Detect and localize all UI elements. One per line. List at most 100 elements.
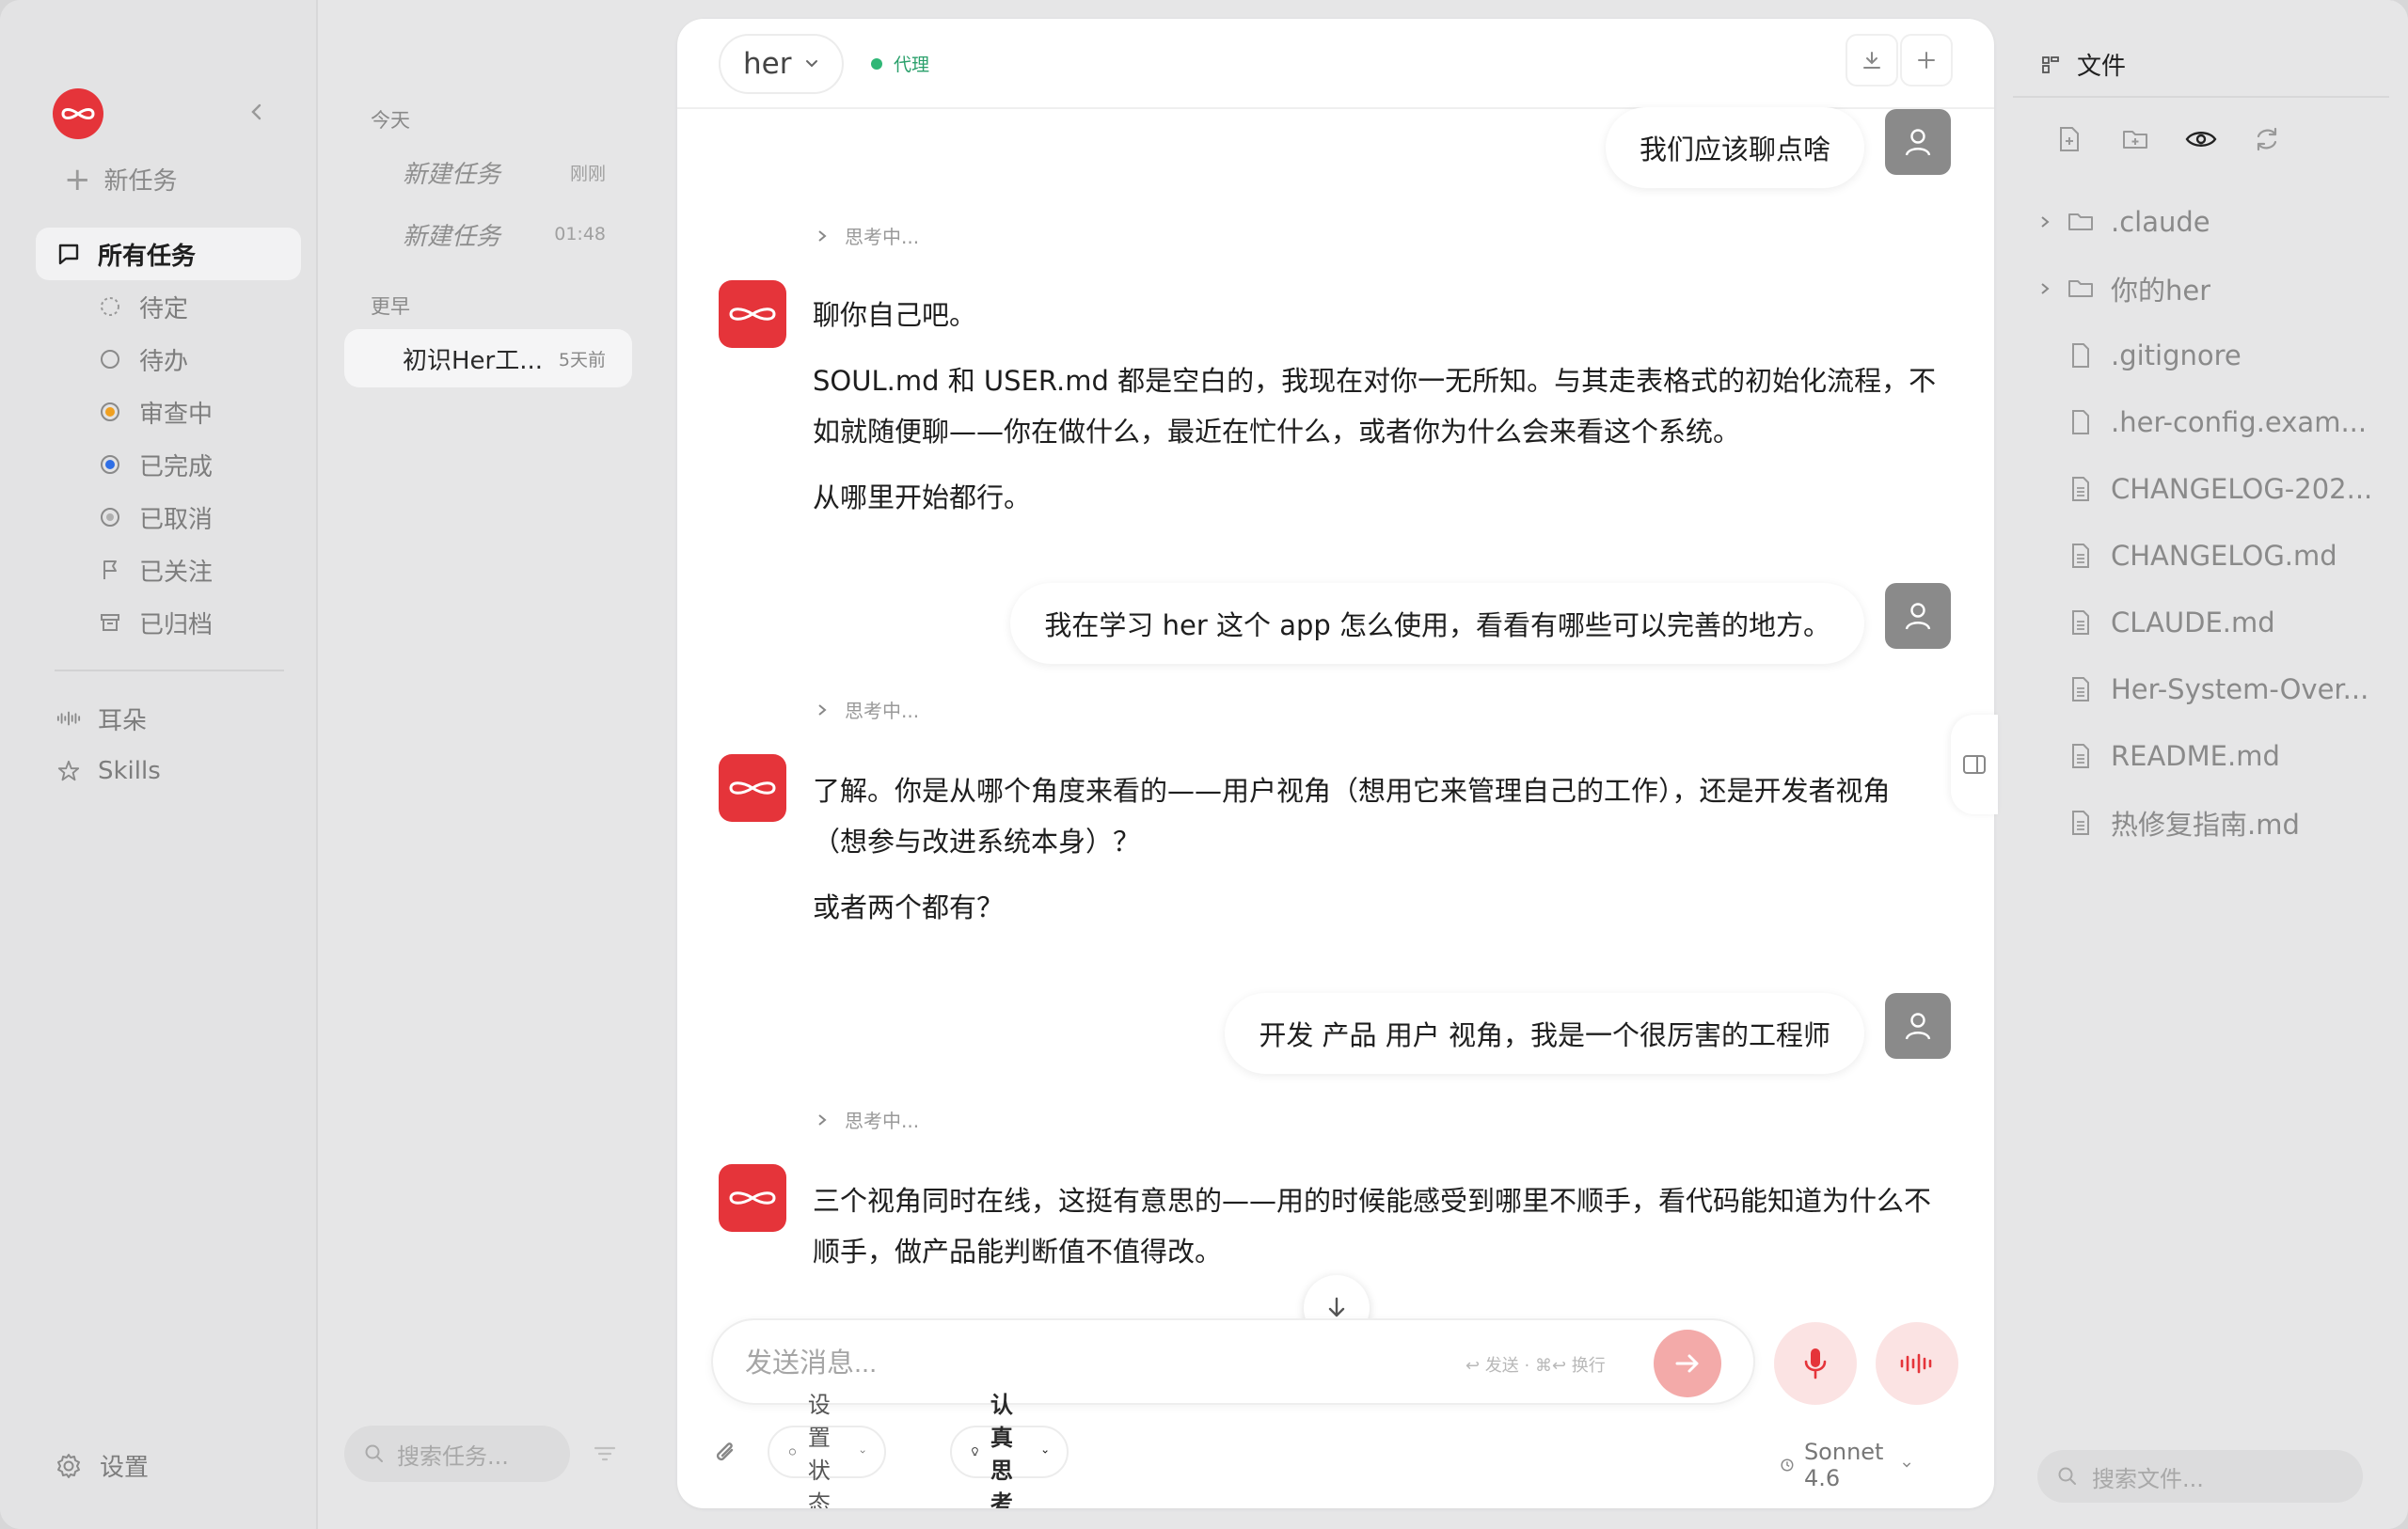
file-icon xyxy=(2060,342,2101,369)
thinking-mode-button[interactable]: 认真思考 xyxy=(950,1392,1069,1508)
folder-icon xyxy=(2060,211,2101,233)
task-list: 今天 新建任务 刚刚 新建任务 01:48 更早 初识Her工... 5天前 搜… xyxy=(320,0,658,1529)
file-item[interactable]: 热修复指南.md xyxy=(2030,789,2397,856)
file-toolbar xyxy=(2051,120,2286,158)
user-avatar xyxy=(1885,993,1951,1059)
task-search-field[interactable]: 搜索任务... xyxy=(344,1426,570,1482)
message-input[interactable] xyxy=(745,1341,1422,1386)
settings-button[interactable]: 设置 xyxy=(55,1448,149,1483)
plus-icon: + xyxy=(64,160,91,198)
user-icon xyxy=(1905,129,1931,156)
nav-pending[interactable]: 待定 xyxy=(36,280,301,333)
chevron-down-icon xyxy=(860,1450,865,1454)
nav-todo[interactable]: 待办 xyxy=(36,333,301,386)
user-message: 我在学习 her 这个 app 怎么使用，看看有哪些可以完善的地方。 xyxy=(1010,583,1864,664)
file-item[interactable]: .her-config.exam... xyxy=(2030,388,2397,455)
thinking-toggle[interactable]: 思考中... xyxy=(816,1106,919,1133)
task-name: 新建任务 xyxy=(403,160,501,189)
set-status-button[interactable]: 设置状态 xyxy=(768,1392,886,1508)
assistant-message: 聊你自己吧。 SOUL.md 和 USER.md 都是空白的，我现在对你一无所知… xyxy=(813,290,1941,538)
folder-name: .claude xyxy=(2111,205,2210,238)
thinking-toggle[interactable]: 思考中... xyxy=(816,222,919,249)
text-file-icon xyxy=(2060,476,2101,502)
nav-followed[interactable]: 已关注 xyxy=(36,544,301,596)
file-panel-header: 文件 xyxy=(2041,47,2126,82)
voice-mode-button[interactable] xyxy=(1876,1322,1958,1405)
send-button[interactable] xyxy=(1654,1330,1721,1397)
assistant-paragraph: 三个视角同时在线，这挺有意思的——用的时候能感受到哪里不顺手，看代码能知道为什么… xyxy=(813,1185,1932,1268)
today-section-label: 今天 xyxy=(371,109,410,132)
nav-all-tasks[interactable]: 所有任务 xyxy=(36,228,301,280)
voice-input-button[interactable] xyxy=(1774,1322,1857,1405)
file-icon xyxy=(2060,409,2101,435)
file-name: .gitignore xyxy=(2111,339,2242,371)
task-search-placeholder: 搜索任务... xyxy=(397,1442,509,1470)
download-button[interactable] xyxy=(1846,34,1898,87)
file-item[interactable]: README.md xyxy=(2030,722,2397,789)
nav-label: 耳朵 xyxy=(98,706,148,735)
chevron-down-icon xyxy=(1903,1462,1911,1468)
collapse-sidebar-button[interactable] xyxy=(246,100,267,124)
folder-item[interactable]: 你的her xyxy=(2030,255,2397,322)
message-composer: ↩ 发送 · ⌘↩ 换行 xyxy=(711,1318,1755,1405)
nav-reviewing[interactable]: 审查中 xyxy=(36,386,301,438)
model-selector[interactable]: Sonnet 4.6 xyxy=(1780,1439,1912,1491)
file-panel-divider xyxy=(2013,96,2389,98)
user-avatar xyxy=(1885,109,1951,175)
orange-dot-circle-icon xyxy=(98,400,122,424)
filter-button[interactable] xyxy=(593,1442,617,1469)
task-time: 5天前 xyxy=(558,349,606,370)
nav-cancelled[interactable]: 已取消 xyxy=(36,491,301,544)
chevron-right-icon xyxy=(818,1113,827,1126)
task-filter-nav: 所有任务 待定 待办 审查中 已完成 已取消 已关注 已归档 耳朵 Skills xyxy=(36,228,301,797)
earlier-section-label: 更早 xyxy=(371,295,410,318)
show-hidden-button[interactable] xyxy=(2182,120,2220,158)
nav-label: 已取消 xyxy=(139,505,214,534)
infinity-logo-icon xyxy=(729,781,776,795)
task-time: 01:48 xyxy=(554,224,606,244)
file-item[interactable]: CHANGELOG.md xyxy=(2030,522,2397,589)
nav-done[interactable]: 已完成 xyxy=(36,438,301,491)
new-chat-button[interactable] xyxy=(1900,34,1953,87)
text-file-icon xyxy=(2060,609,2101,636)
file-name: CHANGELOG.md xyxy=(2111,539,2337,572)
task-item[interactable]: 新建任务 01:48 xyxy=(344,205,632,263)
file-item[interactable]: .gitignore xyxy=(2030,322,2397,388)
refresh-button[interactable] xyxy=(2248,120,2286,158)
clock-icon xyxy=(1781,1458,1794,1472)
assistant-avatar xyxy=(719,1164,786,1232)
nav-skills[interactable]: Skills xyxy=(36,745,301,797)
file-item[interactable]: Her-System-Over... xyxy=(2030,655,2397,722)
new-folder-button[interactable] xyxy=(2116,120,2154,158)
attach-button[interactable] xyxy=(711,1437,739,1471)
thinking-toggle[interactable]: 思考中... xyxy=(816,696,919,723)
assistant-message: 了解。你是从哪个角度来看的——用户视角（想用它来管理自己的工作），还是开发者视角… xyxy=(813,765,1941,948)
file-search-field[interactable]: 搜索文件... xyxy=(2037,1450,2363,1503)
folder-item[interactable]: .claude xyxy=(2030,188,2397,255)
task-item-selected[interactable]: 初识Her工... 5天前 xyxy=(344,329,632,387)
task-name: 新建任务 xyxy=(403,222,501,251)
new-file-button[interactable] xyxy=(2051,120,2088,158)
nav-ears[interactable]: 耳朵 xyxy=(36,692,301,745)
file-item[interactable]: CHANGELOG-202... xyxy=(2030,455,2397,522)
model-label: Sonnet 4.6 xyxy=(1803,1439,1884,1491)
toggle-file-panel-button[interactable] xyxy=(1951,715,1998,814)
dashed-circle-icon xyxy=(98,294,122,319)
nav-label: 已完成 xyxy=(139,452,214,481)
file-name: 热修复指南.md xyxy=(2111,808,2300,841)
nav-label: 已归档 xyxy=(139,610,214,639)
chevron-right-icon xyxy=(2030,281,2060,296)
file-item[interactable]: CLAUDE.md xyxy=(2030,589,2397,655)
file-panel: 文件 .claude 你的her .gitignore .her-config.… xyxy=(2013,0,2408,1529)
new-task-label: 新任务 xyxy=(103,167,178,196)
infinity-logo-icon xyxy=(729,1191,776,1205)
file-panel-title: 文件 xyxy=(2077,53,2127,81)
nav-archived[interactable]: 已归档 xyxy=(36,596,301,649)
agent-selector[interactable]: her xyxy=(719,34,845,94)
new-task-button[interactable]: + 新任务 xyxy=(64,162,178,197)
filter-icon xyxy=(594,1446,616,1461)
chat-panel: her 代理 我们应该聊点啥 思考中... 聊你自己吧。 SOUL.md 和 U… xyxy=(677,19,1994,1508)
download-icon xyxy=(1863,52,1880,69)
app-logo xyxy=(53,88,103,139)
task-item[interactable]: 新建任务 刚刚 xyxy=(344,143,632,201)
